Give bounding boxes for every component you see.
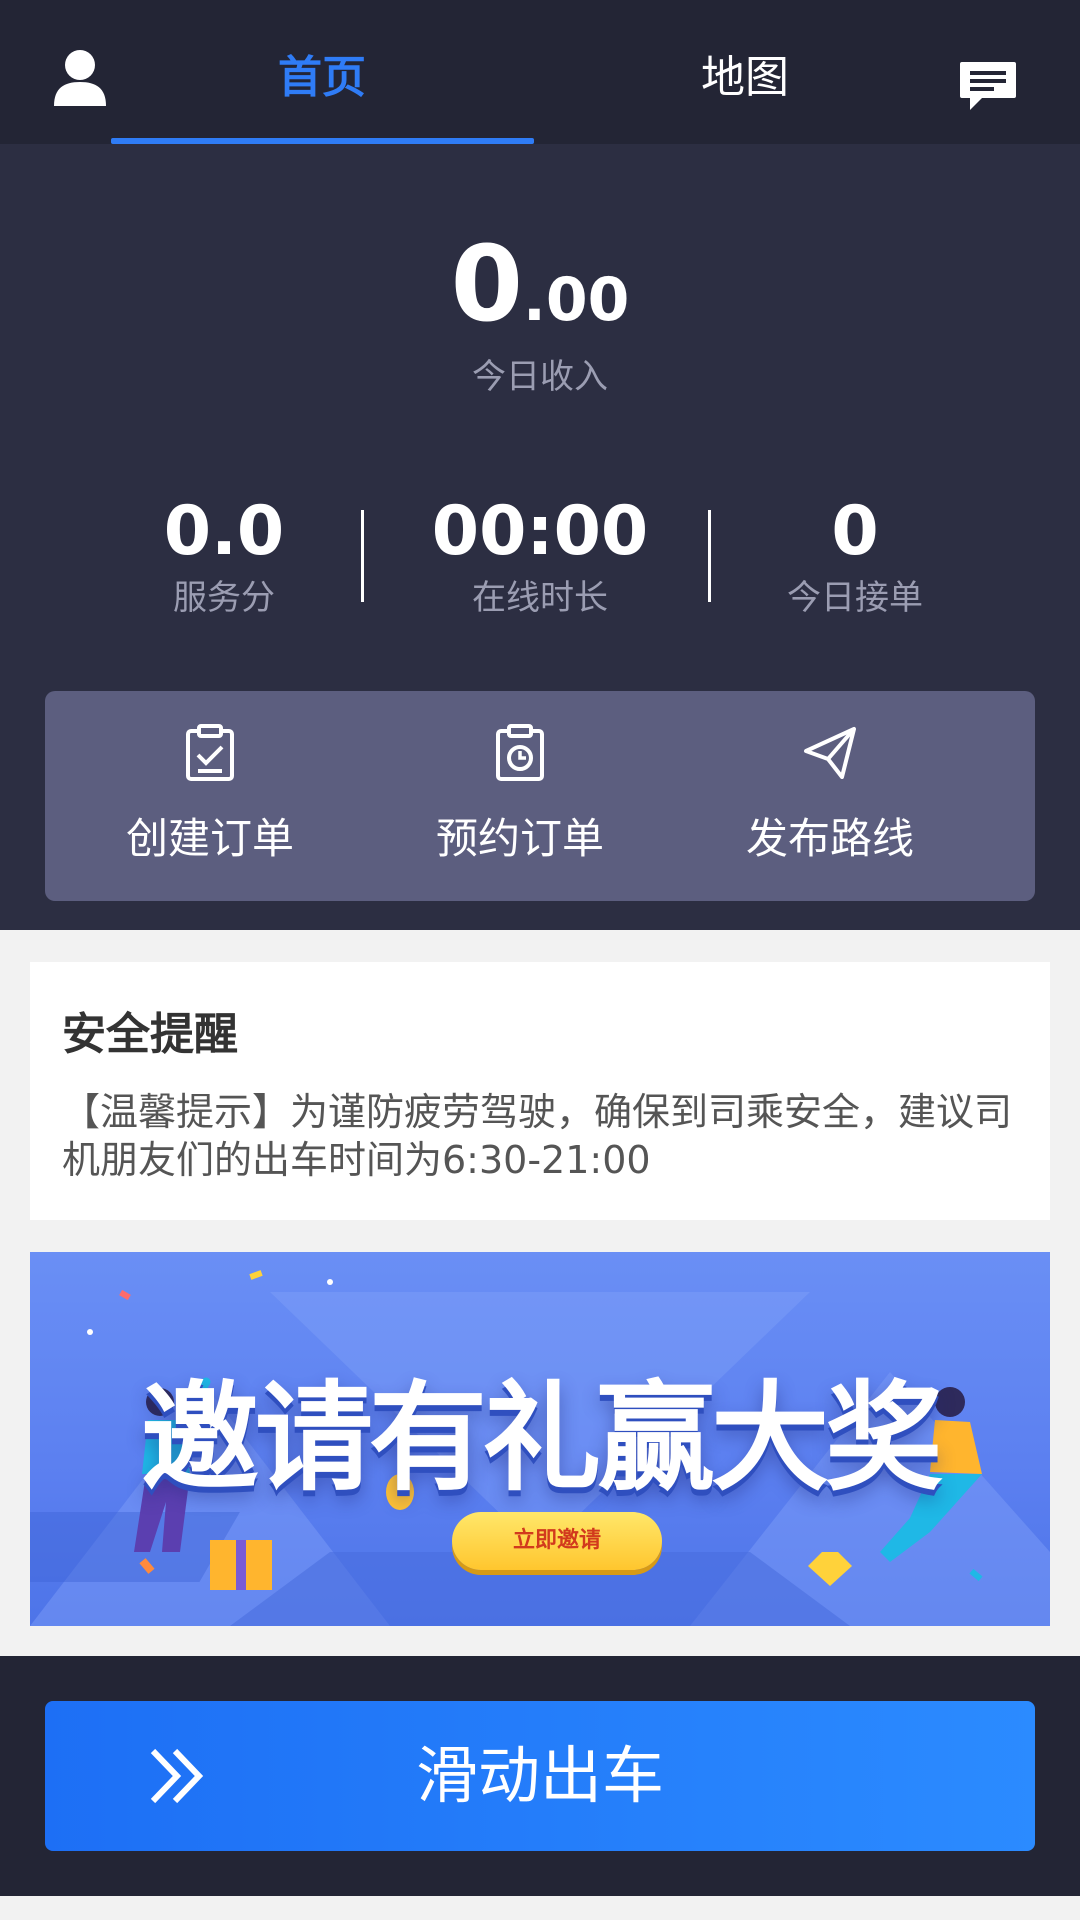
dashboard-panel: 0.00 今日收入 0.0 服务分 00:00 在线时长 0 今日接单 创建订单… (0, 144, 1080, 930)
clipboard-clock-icon (492, 723, 548, 783)
safety-text: 【温馨提示】为谨防疲劳驾驶，确保到司乘安全，建议司机朋友们的出车时间为6:30-… (62, 1090, 1013, 1182)
stat-online-duration: 00:00 在线时长 (390, 492, 690, 622)
today-income-label: 今日收入 (472, 357, 608, 397)
stat-value: 0.0 (163, 492, 285, 571)
user-icon[interactable] (52, 48, 108, 108)
invite-promo-banner[interactable]: 邀请有礼赢大奖 立即邀请 (30, 1252, 1050, 1626)
publish-route-label: 发布路线 (745, 814, 914, 863)
stat-label: 今日接单 (787, 578, 923, 618)
top-nav-bar: 首页 地图 (0, 0, 1080, 144)
paper-plane-icon (802, 723, 858, 783)
stat-value: 00:00 (431, 492, 649, 571)
reserve-order-button[interactable]: 预约订单 (355, 691, 685, 901)
stat-today-orders: 0 今日接单 (705, 492, 1005, 622)
publish-route-button[interactable]: 发布路线 (665, 691, 995, 901)
stat-value: 0 (831, 492, 879, 571)
create-order-label: 创建订单 (125, 814, 294, 863)
income-integer: 0 (450, 223, 524, 345)
tab-map[interactable]: 地图 (645, 48, 845, 108)
income-decimal: .00 (523, 265, 630, 335)
tab-home[interactable]: 首页 (222, 48, 422, 108)
quick-actions: 创建订单 预约订单 发布路线 (45, 691, 1035, 901)
reserve-order-label: 预约订单 (435, 814, 604, 863)
message-icon[interactable] (958, 60, 1018, 114)
bottom-bar: 滑动出车 (0, 1656, 1080, 1896)
stat-divider (361, 510, 364, 602)
stat-service-score: 0.0 服务分 (74, 492, 374, 622)
banner-title: 邀请有礼赢大奖 (140, 1369, 943, 1507)
slide-to-go-label: 滑动出车 (415, 1739, 664, 1812)
stat-label: 服务分 (173, 578, 275, 618)
stat-label: 在线时长 (472, 578, 608, 618)
slide-to-go-button[interactable]: 滑动出车 (45, 1701, 1035, 1851)
clipboard-check-icon (182, 723, 238, 783)
today-income-value: 0.00 (0, 224, 1080, 344)
create-order-button[interactable]: 创建订单 (45, 691, 375, 901)
driver-home-screen: 首页 地图 0.00 今日收入 0.0 服务分 00:00 在线时长 0 今日接… (0, 0, 1080, 1920)
safety-title: 安全提醒 (62, 1009, 238, 1060)
safety-reminder-card: 安全提醒 【温馨提示】为谨防疲劳驾驶，确保到司乘安全，建议司机朋友们的出车时间为… (30, 962, 1050, 1220)
invite-now-button[interactable]: 立即邀请 (452, 1512, 662, 1570)
